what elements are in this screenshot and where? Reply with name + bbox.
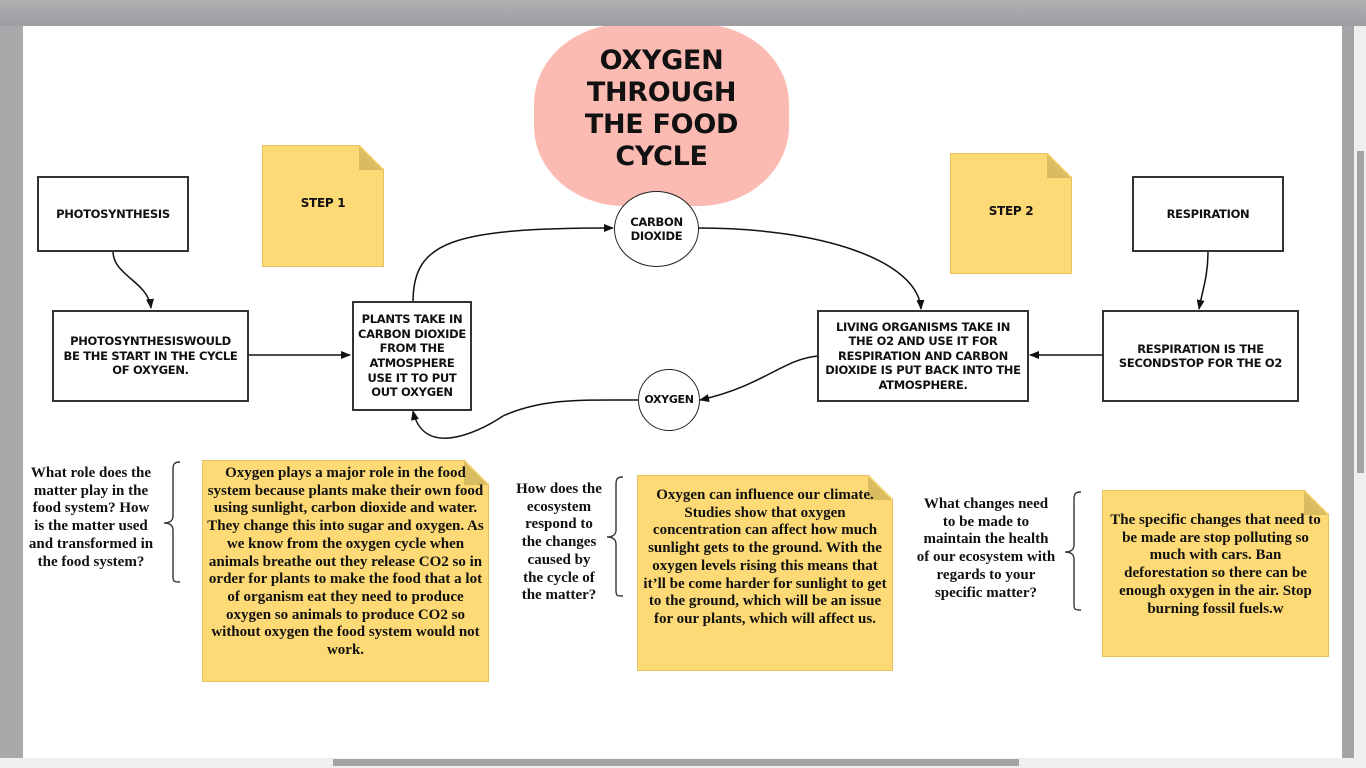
brace-icon	[1064, 491, 1082, 611]
title-text: OXYGEN THROUGH THE FOOD CYCLE	[584, 45, 739, 172]
question-text: How does the ecosystem respond to the ch…	[516, 481, 602, 604]
node-respiration-desc[interactable]: RESPIRATION IS THE SECONDSTOP FOR THE O2	[1102, 310, 1299, 402]
question-text: What changes need to be made to maintain…	[916, 496, 1056, 601]
answer-note-3[interactable]: The specific changes that need to be mad…	[1102, 490, 1329, 657]
arrow-plants-to-co2	[412, 224, 614, 303]
horizontal-scrollbar-thumb[interactable]	[333, 759, 1019, 766]
answer-text: Oxygen can influence our climate. Studie…	[643, 487, 887, 627]
node-living-organisms[interactable]: LIVING ORGANISMS TAKE IN THE O2 AND USE …	[817, 310, 1029, 402]
answer-note-1[interactable]: Oxygen plays a major role in the food sy…	[202, 460, 489, 682]
question-2: How does the ecosystem respond to the ch…	[516, 481, 602, 605]
window-top-bar	[0, 0, 1366, 26]
node-label: CARBON DIOXIDE	[630, 215, 683, 243]
question-text: What role does the matter play in the fo…	[28, 465, 154, 570]
step-label: STEP 1	[300, 196, 346, 210]
question-1: What role does the matter play in the fo…	[26, 465, 156, 571]
node-plants[interactable]: PLANTS TAKE IN CARBON DIOXIDE FROM THE A…	[352, 301, 472, 411]
diagram-title: OXYGEN THROUGH THE FOOD CYCLE	[534, 26, 789, 206]
arrow-co2-to-organisms	[697, 227, 925, 310]
node-label: PHOTOSYNTHESISWOULD BE THE START IN THE …	[63, 334, 238, 378]
arrow-respiration-to-desc	[1196, 250, 1209, 310]
arrow-photosynthesis-to-desc	[112, 250, 154, 309]
question-3: What changes need to be made to maintain…	[916, 496, 1056, 602]
node-label: RESPIRATION	[1166, 206, 1250, 221]
answer-note-2[interactable]: Oxygen can influence our climate. Studie…	[637, 475, 893, 671]
node-label: PHOTOSYNTHESIS	[56, 206, 170, 221]
node-label: RESPIRATION IS THE SECONDSTOP FOR THE O2	[1118, 341, 1283, 371]
node-photosynthesis-desc[interactable]: PHOTOSYNTHESISWOULD BE THE START IN THE …	[52, 310, 249, 402]
brace-icon	[163, 461, 181, 583]
node-label: LIVING ORGANISMS TAKE IN THE O2 AND USE …	[825, 319, 1021, 392]
answer-text: Oxygen plays a major role in the food sy…	[207, 465, 484, 659]
arrow-organisms-to-oxygen	[699, 355, 819, 402]
node-label: OXYGEN	[644, 393, 694, 406]
node-carbon-dioxide[interactable]: CARBON DIOXIDE	[614, 191, 699, 267]
sticky-note-step-1[interactable]: STEP 1	[262, 145, 384, 267]
node-label: PLANTS TAKE IN CARBON DIOXIDE FROM THE A…	[358, 312, 466, 400]
node-photosynthesis[interactable]: PHOTOSYNTHESIS	[37, 176, 189, 252]
canvas-right-edge	[1342, 26, 1354, 758]
answer-text: The specific changes that need to be mad…	[1110, 512, 1321, 617]
sticky-note-step-2[interactable]: STEP 2	[950, 153, 1072, 274]
node-respiration[interactable]: RESPIRATION	[1132, 176, 1284, 252]
vertical-scrollbar-thumb[interactable]	[1357, 151, 1364, 473]
step-label: STEP 2	[988, 204, 1034, 218]
brace-icon	[606, 476, 624, 597]
diagram-canvas: OXYGEN THROUGH THE FOOD CYCLE PHOTOSYNTH…	[23, 26, 1342, 758]
node-oxygen[interactable]: OXYGEN	[638, 369, 700, 431]
